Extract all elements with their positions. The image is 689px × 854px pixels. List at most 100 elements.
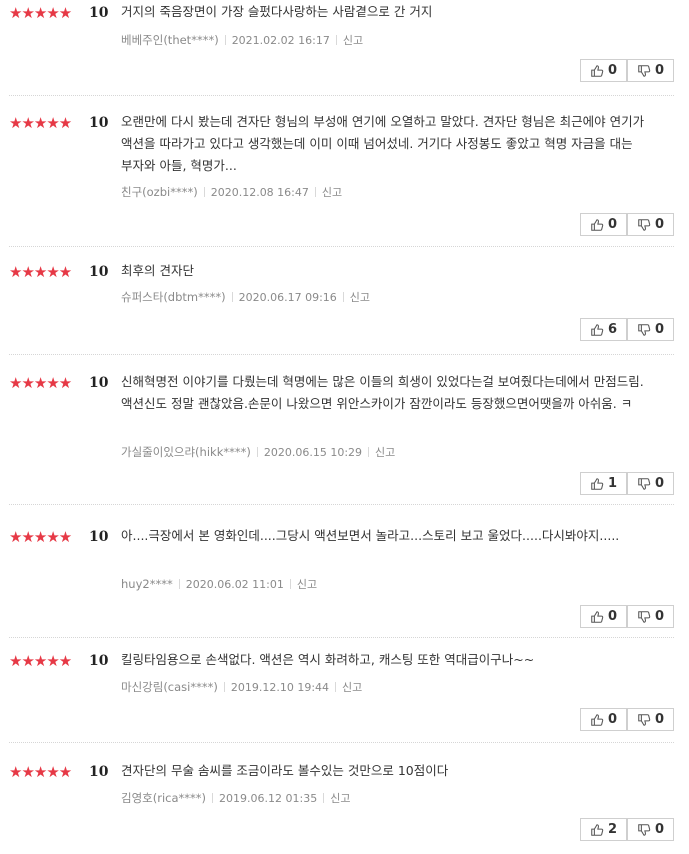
review-meta: 베베주인(thet****) 2021.02.02 16:17 신고 [121,32,363,49]
review-item: ★★★★★ 10 신해혁명전 이야기를 다뤘는데 혁명에는 많은 이들의 희생이… [9,374,674,505]
star-rating: ★★★★★ [9,763,72,781]
star-rating: ★★★★★ [9,374,72,392]
score-value: 10 [89,115,109,131]
review-text: 최후의 견자단 [121,263,194,278]
dislike-count: 0 [654,217,665,232]
review-date: 2019.12.10 19:44 [230,681,330,694]
thumbs-down-icon [637,713,651,727]
thumbs-down-icon [637,823,651,837]
dislike-count: 0 [654,712,665,727]
thumbs-up-icon [590,823,604,837]
dislike-count: 0 [654,609,665,624]
meta-divider [314,187,316,197]
review-item: ★★★★★ 10 오랜만에 다시 봤는데 견자단 형님의 부성애 연기에 오열하… [9,114,674,247]
star-rating: ★★★★★ [9,528,72,546]
review-author[interactable]: 마신강림(casi****) [121,680,218,694]
meta-divider [323,793,325,803]
review-meta: 슈퍼스타(dbtm****) 2020.06.17 09:16 신고 [121,289,370,306]
report-link[interactable]: 신고 [343,34,363,47]
score-value: 10 [89,5,109,21]
review-item: ★★★★★ 10 견자단의 무술 솜씨를 조금이라도 볼수있는 것만으로 10점… [9,763,674,851]
like-button[interactable]: 2 [580,818,627,841]
like-button[interactable]: 0 [580,59,627,82]
like-button[interactable]: 1 [580,472,627,495]
like-button[interactable]: 0 [580,708,627,731]
score-value: 10 [89,375,109,391]
review-author[interactable]: 슈퍼스타(dbtm****) [121,290,226,304]
thumbs-down-icon [637,323,651,337]
thumbs-up-icon [590,477,604,491]
report-link[interactable]: 신고 [297,578,317,591]
dislike-button[interactable]: 0 [627,818,674,841]
dislike-button[interactable]: 0 [627,605,674,628]
review-text: 견자단의 무술 솜씨를 조금이라도 볼수있는 것만으로 10점이다 [121,763,449,778]
review-date: 2021.02.02 16:17 [231,34,330,47]
score-value: 10 [89,653,109,669]
star-rating: ★★★★★ [9,652,72,670]
meta-divider [335,682,337,692]
thumbs-up-icon [590,610,604,624]
thumbs-down-icon [637,477,651,491]
review-text: 킬링타임용으로 손색없다. 액션은 역시 화려하고, 캐스팅 또한 역대급이구나… [121,652,535,667]
dislike-count: 0 [654,322,665,337]
thumbs-down-icon [637,610,651,624]
review-meta: huy2**** 2020.06.02 11:01 신고 [121,576,317,593]
dislike-button[interactable]: 0 [627,213,674,236]
review-meta: 친구(ozbi****) 2020.12.08 16:47 신고 [121,184,342,201]
score-value: 10 [89,529,109,545]
like-button[interactable]: 6 [580,318,627,341]
dislike-button[interactable]: 0 [627,318,674,341]
like-button[interactable]: 0 [580,605,627,628]
meta-divider [231,292,233,302]
report-link[interactable]: 신고 [330,792,350,805]
review-item: ★★★★★ 10 킬링타임용으로 손색없다. 액션은 역시 화려하고, 캐스팅 … [9,652,674,743]
report-link[interactable]: 신고 [375,446,395,459]
thumbs-down-icon [637,218,651,232]
like-button[interactable]: 0 [580,213,627,236]
like-count: 1 [607,476,618,491]
like-count: 0 [607,217,618,232]
dislike-button[interactable]: 0 [627,708,674,731]
meta-divider [368,447,370,457]
meta-divider [203,187,205,197]
review-author[interactable]: 가실줄이있으랴(hikk****) [121,445,251,459]
meta-divider [178,579,180,589]
star-rating: ★★★★★ [9,114,72,132]
thumbs-up-icon [590,218,604,232]
review-text: 아....극장에서 본 영화인데....그당시 액션보면서 놀라고...스토리 … [121,528,620,543]
report-link[interactable]: 신고 [350,291,370,304]
dislike-button[interactable]: 0 [627,59,674,82]
report-link[interactable]: 신고 [322,186,342,199]
review-item: ★★★★★ 10 거지의 죽음장면이 가장 슬펐다사랑하는 사람곁으로 간 거지… [9,4,674,96]
score-value: 10 [89,264,109,280]
review-author[interactable]: 베베주인(thet****) [121,33,219,47]
meta-divider [335,35,337,45]
thumbs-up-icon [590,64,604,78]
dislike-button[interactable]: 0 [627,472,674,495]
report-link[interactable]: 신고 [342,681,362,694]
review-meta: 마신강림(casi****) 2019.12.10 19:44 신고 [121,679,362,696]
meta-divider [223,682,225,692]
score-value: 10 [89,764,109,780]
review-author[interactable]: 김영호(rica****) [121,791,206,805]
review-date: 2020.06.17 09:16 [238,291,337,304]
like-count: 0 [607,609,618,624]
thumbs-up-icon [590,713,604,727]
dislike-count: 0 [654,476,665,491]
like-count: 0 [607,63,618,78]
star-rating: ★★★★★ [9,263,72,281]
meta-divider [224,35,226,45]
meta-divider [212,793,214,803]
like-count: 6 [607,322,618,337]
review-author[interactable]: huy2**** [121,577,173,591]
review-meta: 김영호(rica****) 2019.06.12 01:35 신고 [121,790,350,807]
review-text: 거지의 죽음장면이 가장 슬펐다사랑하는 사람곁으로 간 거지 [121,4,433,19]
review-date: 2020.12.08 16:47 [210,186,309,199]
star-rating: ★★★★★ [9,4,72,22]
dislike-count: 0 [654,822,665,837]
review-date: 2020.06.02 11:01 [185,578,284,591]
review-meta: 가실줄이있으랴(hikk****) 2020.06.15 10:29 신고 [121,444,395,461]
review-text: 신해혁명전 이야기를 다뤘는데 혁명에는 많은 이들의 희생이 있었다는걸 보여… [121,374,644,411]
thumbs-down-icon [637,64,651,78]
review-author[interactable]: 친구(ozbi****) [121,185,198,199]
